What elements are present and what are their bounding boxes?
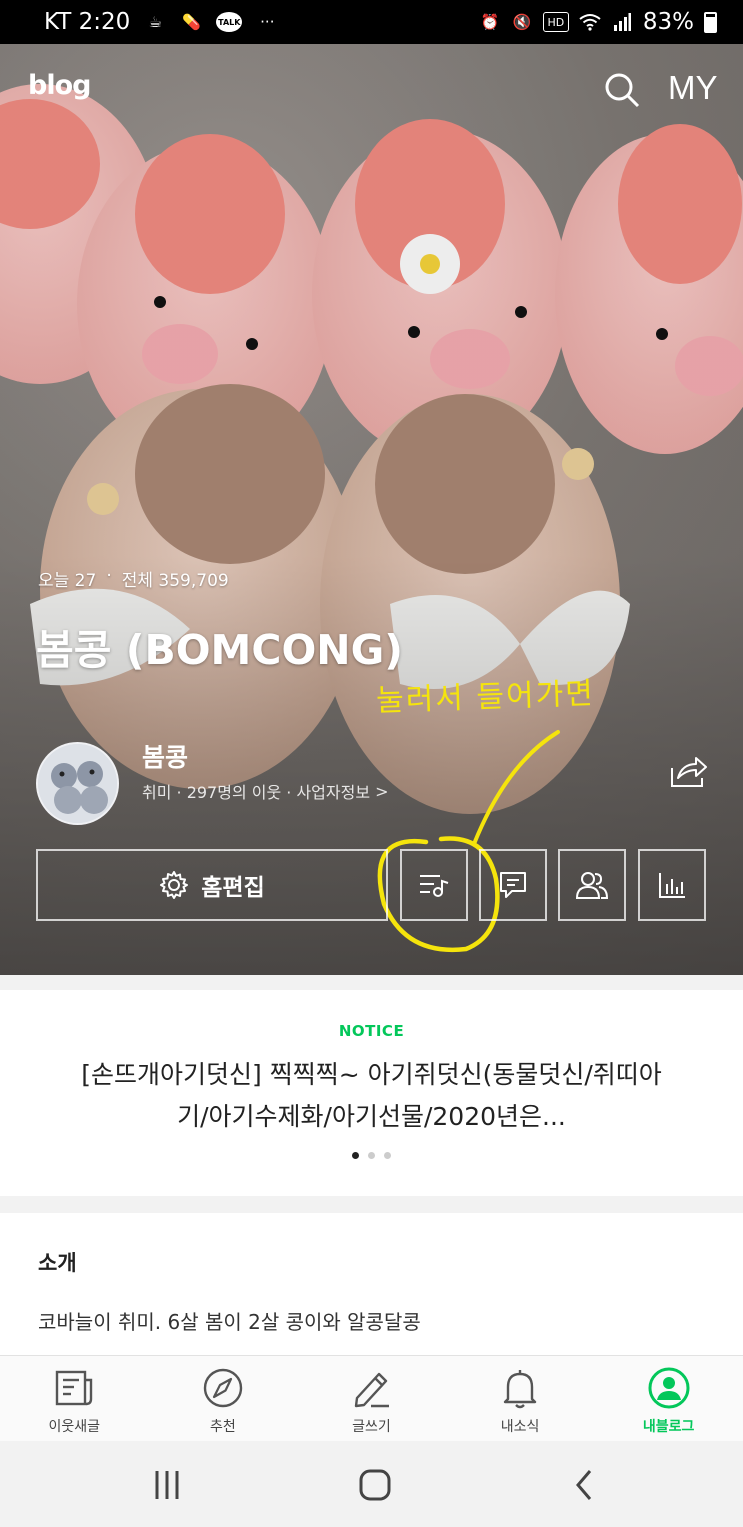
owner-name[interactable]: 봄콩: [142, 738, 188, 774]
blog-actions: 홈편집: [36, 849, 708, 921]
blog-logo[interactable]: blog: [28, 70, 91, 101]
tab-label: 내소식: [500, 1419, 540, 1435]
post-list-button[interactable]: [400, 849, 468, 921]
tab-label: 내블로그: [642, 1419, 695, 1435]
blog-cover: blog MY 오늘 27 · 전체 359,709 봄콩 (BOMCONG) …: [0, 44, 743, 975]
bell-icon: [503, 1370, 537, 1409]
tab-neighbor-news[interactable]: 이웃새글: [0, 1356, 149, 1441]
bar-chart-icon: [659, 873, 685, 898]
tab-recommend[interactable]: 추천: [149, 1356, 298, 1441]
alarm-icon: ⏰: [480, 13, 500, 31]
guestbook-button[interactable]: [479, 849, 547, 921]
status-time: KT 2:20: [44, 9, 131, 35]
tab-label: 추천: [210, 1419, 236, 1435]
back-button[interactable]: [565, 1465, 605, 1505]
search-icon: [605, 73, 640, 108]
tab-write[interactable]: 글쓰기: [297, 1356, 446, 1441]
share-button[interactable]: [668, 754, 708, 790]
recent-apps-button[interactable]: [147, 1465, 187, 1505]
pill-icon: 💊: [181, 13, 201, 31]
tab-notifications[interactable]: 내소식: [446, 1356, 595, 1441]
avatar-image: [38, 744, 117, 823]
profile-icon: [648, 1367, 690, 1409]
pagination-dot-2[interactable]: [368, 1152, 375, 1159]
recent-apps-icon: [155, 1471, 179, 1499]
more-icon: ···: [260, 13, 275, 31]
news-icon: [56, 1370, 93, 1406]
system-navigation-bar: [0, 1441, 743, 1527]
hd-icon: HD: [542, 12, 569, 32]
pagination-dot-1[interactable]: [352, 1152, 359, 1159]
pencil-icon: [355, 1372, 390, 1408]
post-list-icon: [420, 875, 449, 897]
tab-label: 글쓰기: [352, 1419, 391, 1435]
notice-card[interactable]: NOTICE [손뜨개아기덧신] 찍찍찍~ 아기쥐덧신(동물덧신/쥐띠아기/아기…: [0, 990, 743, 1196]
share-icon: [671, 757, 707, 787]
coffee-icon: ☕: [148, 13, 163, 31]
home-button[interactable]: [355, 1465, 395, 1505]
back-icon: [576, 1470, 592, 1500]
compass-icon: [203, 1368, 243, 1408]
search-button[interactable]: [602, 70, 642, 110]
statistics-button[interactable]: [638, 849, 706, 921]
home-icon: [359, 1469, 391, 1501]
notice-text: [손뜨개아기덧신] 찍찍찍~ 아기쥐덧신(동물덧신/쥐띠아기/아기수제화/아기선…: [81, 1060, 662, 1131]
bottom-tab-bar: 이웃새글 추천 글쓰기 내소식 내블로그: [0, 1355, 743, 1441]
intro-section: 소개 코바늘이 취미. 6살 봄이 2살 콩이와 알콩달콩: [0, 1213, 743, 1355]
battery-percent: 83%: [642, 9, 694, 35]
battery-icon: [704, 11, 717, 33]
my-button[interactable]: MY: [668, 69, 718, 107]
owner-meta-text: 취미 · 297명의 이웃 · 사업자정보: [142, 783, 371, 802]
notice-label: NOTICE: [338, 1022, 405, 1040]
chevron-right-icon: >: [375, 781, 389, 801]
comment-icon: [500, 872, 526, 898]
tab-label: 이웃새글: [48, 1419, 101, 1435]
intro-text: 코바늘이 취미. 6살 봄이 2살 콩이와 알콩달콩: [38, 1310, 421, 1334]
owner-meta[interactable]: 취미 · 297명의 이웃 · 사업자정보 >: [142, 779, 388, 803]
status-bar: KT 2:20 ☕ 💊 TALK ··· ⏰ 🔇 HD 83%: [0, 0, 743, 44]
neighbors-button[interactable]: [558, 849, 626, 921]
mute-icon: 🔇: [512, 13, 532, 31]
annotation-circle-mark: [377, 730, 560, 953]
notice-pagination: [0, 1152, 743, 1159]
visitor-stats: 오늘 27 · 전체 359,709: [38, 566, 229, 591]
home-edit-label: 홈편집: [201, 875, 265, 901]
blog-title: 봄콩 (BOMCONG): [36, 626, 404, 674]
pagination-dot-3[interactable]: [384, 1152, 391, 1159]
tab-my-blog[interactable]: 내블로그: [594, 1356, 743, 1441]
avatar[interactable]: [36, 742, 119, 825]
intro-title: 소개: [38, 1251, 77, 1275]
home-edit-button[interactable]: 홈편집: [36, 849, 388, 921]
stats-separator: ·: [106, 566, 112, 586]
wifi-icon: [579, 12, 601, 32]
total-count: 전체 359,709: [121, 571, 229, 591]
today-count: 오늘 27: [38, 571, 97, 591]
people-icon: [575, 872, 609, 899]
signal-icon: [611, 12, 633, 32]
kakaotalk-icon: TALK: [216, 12, 243, 32]
gear-icon: [160, 871, 189, 899]
